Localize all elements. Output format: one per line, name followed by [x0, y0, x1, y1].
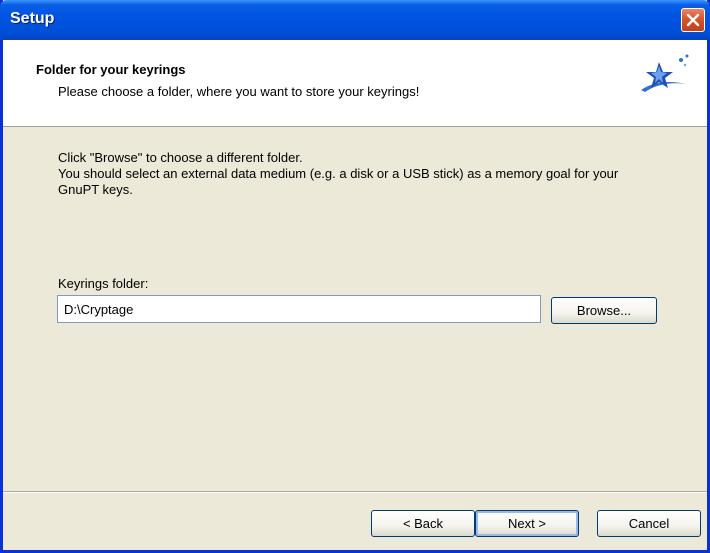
keyrings-folder-label: Keyrings folder:	[58, 276, 149, 291]
title-bar[interactable]: Setup	[0, 0, 710, 40]
page-title: Folder for your keyrings	[36, 62, 186, 77]
description-line-2: You should select an external data mediu…	[58, 166, 619, 197]
footer-separator	[3, 491, 707, 493]
page-subtitle: Please choose a folder, where you want t…	[58, 84, 420, 99]
close-icon	[686, 13, 700, 27]
description: Click "Browse" to choose a different fol…	[58, 150, 658, 198]
close-button[interactable]	[681, 8, 705, 32]
browse-button[interactable]: Browse...	[551, 297, 657, 324]
star-swoosh-icon	[641, 54, 689, 92]
cancel-button[interactable]: Cancel	[597, 510, 701, 537]
next-button[interactable]: Next >	[475, 510, 579, 537]
setup-window: Setup Folder for your keyrings Please ch…	[0, 0, 710, 553]
window-title: Setup	[10, 10, 55, 27]
keyrings-folder-input[interactable]	[57, 295, 541, 323]
wizard-header: Folder for your keyrings Please choose a…	[3, 40, 707, 127]
description-line-1: Click "Browse" to choose a different fol…	[58, 150, 303, 165]
back-button[interactable]: < Back	[371, 510, 475, 537]
